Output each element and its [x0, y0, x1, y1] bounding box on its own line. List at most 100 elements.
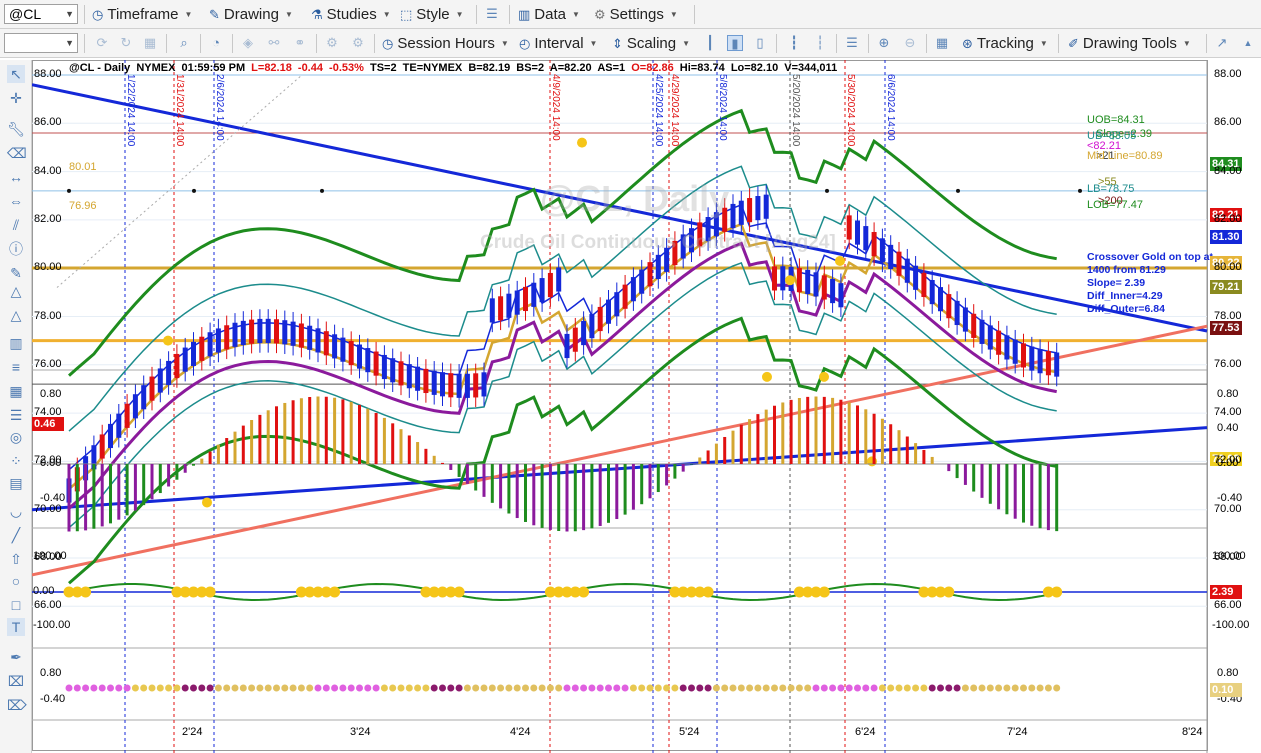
spiral-icon[interactable]: ◎: [7, 428, 25, 446]
osc3-dot: [588, 684, 596, 692]
fib-icon[interactable]: ≡: [7, 358, 25, 376]
osc3-dot: [248, 684, 256, 692]
interval-select[interactable]: ▼: [4, 33, 78, 53]
candle-body: [489, 298, 495, 323]
candle-body: [332, 334, 338, 359]
header-last: L=82.18: [251, 62, 292, 74]
speedometer-icon[interactable]: ◔: [208, 35, 224, 51]
candlestick-icon[interactable]: ▮: [727, 35, 743, 51]
candle-body: [572, 327, 578, 352]
lines-icon[interactable]: ☰: [7, 406, 25, 424]
triangle-outline-icon[interactable]: △: [7, 306, 25, 324]
refresh-icon[interactable]: ⟳: [94, 35, 110, 51]
chevron-up-icon[interactable]: ▲: [1240, 35, 1256, 51]
bars-icon[interactable]: ▥: [7, 334, 25, 352]
timeframe-button[interactable]: ◷ Timeframe ▼: [92, 4, 192, 25]
candle-body: [257, 318, 263, 344]
eraser-icon[interactable]: ⌫: [7, 144, 27, 162]
pencil-icon: ✎: [209, 6, 220, 22]
osc2-dot: [80, 586, 92, 598]
osc3-dot: [65, 684, 73, 692]
gear-window-icon[interactable]: ⚙: [350, 35, 366, 51]
parallel-lines-icon[interactable]: ⫽: [7, 216, 25, 234]
arc-icon[interactable]: ◡: [7, 502, 25, 520]
osc2-axis-label-left: -100.00: [33, 619, 71, 631]
tracking-button[interactable]: ⊛ Tracking ▼: [962, 33, 1048, 54]
osc-axis-label-left: 0.00: [40, 457, 62, 469]
toolbar-divider: [694, 5, 695, 24]
chevron-down-icon: ▼: [184, 10, 193, 19]
style-button[interactable]: ⬚ Style ▼: [400, 4, 464, 25]
data-window-icon[interactable]: ▦: [934, 35, 950, 51]
osc3-dot: [613, 684, 621, 692]
wrench-icon[interactable]: 🔧︎: [7, 120, 25, 138]
settings-button[interactable]: ⚙ Settings ▼: [594, 4, 678, 25]
ellipse-icon[interactable]: ○: [7, 572, 25, 590]
delete-icon[interactable]: ⌦: [7, 696, 27, 714]
annotation-line: Diff_Outer=6.84: [1087, 303, 1165, 315]
rectangle-icon[interactable]: □: [7, 596, 25, 614]
osc-axis-label-right: -0.40: [1217, 492, 1243, 504]
vertical-date-label: 5/8/2024 14:00: [717, 74, 728, 141]
trend-icon[interactable]: ↗: [1214, 35, 1230, 51]
marker-dot: [320, 188, 324, 193]
osc2-dot: [818, 586, 830, 598]
pencil-line-icon[interactable]: ✎: [7, 264, 25, 282]
chevron-down-icon[interactable]: ▼: [65, 5, 74, 23]
osc3-dot: [422, 684, 430, 692]
candle-body: [166, 360, 172, 386]
candle-body: [589, 314, 595, 339]
chevron-down-icon: ▼: [455, 10, 464, 19]
osc3-dot: [854, 684, 861, 692]
osc2-axis-label-right: -100.00: [1212, 619, 1250, 631]
arrows-icon[interactable]: ↔: [7, 168, 25, 186]
dots-icon[interactable]: ⁘: [7, 452, 25, 470]
chevron-down-icon[interactable]: ▼: [65, 34, 74, 52]
grid-icon[interactable]: ▦: [7, 382, 25, 400]
chart-sync-icon[interactable]: ⚭: [292, 35, 308, 51]
arrow-up-icon[interactable]: ⇧: [7, 550, 25, 568]
hollow-candle-icon[interactable]: ▯: [752, 35, 768, 51]
chart-canvas[interactable]: [32, 60, 1261, 753]
gear-grid-icon[interactable]: ⚙: [324, 35, 340, 51]
interval-button[interactable]: ◴ Interval ▼: [519, 33, 597, 54]
triangle-icon[interactable]: △: [7, 282, 25, 300]
session-hours-button[interactable]: ◷ Session Hours ▼: [382, 33, 509, 54]
osc-axis-label-right: 0.40: [1217, 422, 1239, 434]
candle-body: [622, 284, 628, 309]
candle-body: [987, 325, 993, 350]
drawing-button[interactable]: ✎ Drawing ▼: [209, 4, 293, 25]
text-icon[interactable]: T: [7, 618, 25, 636]
info-icon[interactable]: ⓘ: [7, 240, 25, 258]
osc3-dot: [322, 684, 330, 692]
volume-bars-icon[interactable]: ┇: [786, 35, 802, 51]
zoom-in-icon[interactable]: ⊕: [876, 35, 892, 51]
paint-eraser-icon[interactable]: ⌧: [7, 672, 25, 690]
studies-button[interactable]: ⚗ Studies ▼: [311, 4, 391, 25]
osc3-dot: [447, 684, 455, 692]
layout-icon[interactable]: ☰: [844, 35, 860, 51]
crosshair-icon[interactable]: ✛: [7, 89, 25, 107]
chart-bars-icon[interactable]: ▤: [7, 474, 25, 492]
scaling-button[interactable]: ⇕ Scaling ▼: [612, 33, 690, 54]
zoom-box-icon[interactable]: ⌕: [176, 35, 192, 51]
move-icon[interactable]: ⇔: [7, 192, 25, 210]
bar-chart-icon[interactable]: ┃: [702, 35, 718, 51]
grid-icon[interactable]: ▦: [142, 35, 158, 51]
reload-icon[interactable]: ↻: [118, 35, 134, 51]
layout-icon[interactable]: ☰: [484, 6, 500, 22]
symbol-input[interactable]: @CL ▼: [4, 4, 78, 24]
toolbar-divider: [166, 34, 167, 53]
pen-icon[interactable]: ✒: [7, 648, 25, 666]
chart-area[interactable]: @CL, Daily Crude Oil Continuous Contract…: [32, 60, 1261, 753]
osc3-dot: [538, 684, 546, 692]
chart-type-icon[interactable]: ◈: [240, 35, 256, 51]
drawing-tools-button[interactable]: ✐ Drawing Tools ▼: [1068, 33, 1191, 54]
data-button[interactable]: ▥ Data ▼: [518, 4, 580, 25]
zoom-out-icon[interactable]: ⊖: [902, 35, 918, 51]
line-icon[interactable]: ╱: [7, 526, 25, 544]
pointer-icon[interactable]: ↖: [7, 65, 25, 83]
chart-link-icon[interactable]: ⚯: [266, 35, 282, 51]
bars-icon[interactable]: ┆: [812, 35, 828, 51]
candle-body: [556, 267, 562, 292]
